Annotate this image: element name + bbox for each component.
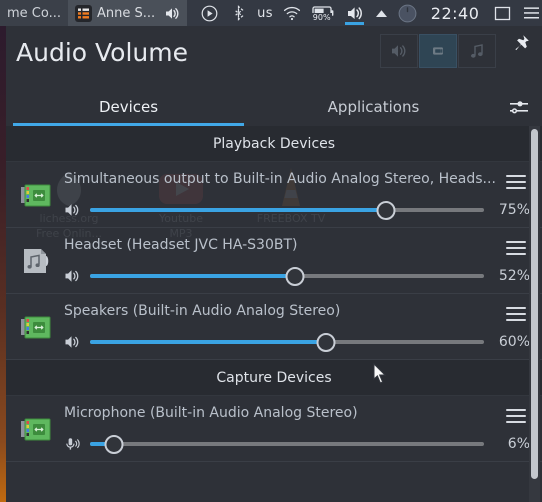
battery-icon[interactable]: 90% xyxy=(311,3,335,23)
volume-slider[interactable] xyxy=(90,265,484,287)
keyboard-layout-indicator[interactable]: us xyxy=(257,6,273,21)
clock[interactable]: 22:40 xyxy=(427,4,484,23)
device-name: Simultaneous output to Built-in Audio An… xyxy=(64,171,496,187)
tab-bar: Devices Applications xyxy=(6,88,542,126)
chevron-up-icon[interactable] xyxy=(375,0,389,26)
volume-slider[interactable] xyxy=(90,199,484,221)
system-tray: us 90% 22:40 xyxy=(187,0,542,26)
device-name: Headset (Headset JVC HA-S30BT) xyxy=(64,237,298,253)
wifi-icon[interactable] xyxy=(282,0,302,26)
music-note-icon xyxy=(469,43,485,60)
audio-file-icon xyxy=(20,245,54,277)
battery-percent-label: 90% xyxy=(311,13,332,22)
volume-percent-label: 75% xyxy=(498,202,530,218)
top-panel: me Co... Anne S... us 90% 22:40 xyxy=(0,0,542,26)
section-header-capture-label: Capture Devices xyxy=(216,369,332,386)
device-row[interactable]: Simultaneous output to Built-in Audio An… xyxy=(6,162,542,228)
volume-percent-label: 60% xyxy=(498,334,530,350)
device-name: Microphone (Built-in Audio Analog Stereo… xyxy=(64,405,358,421)
microphone-icon[interactable] xyxy=(64,436,86,452)
speaker-icon xyxy=(164,6,180,21)
soundcard-icon xyxy=(20,413,54,445)
slider-knob[interactable] xyxy=(376,200,395,220)
device-row[interactable]: Microphone (Built-in Audio Analog Stereo… xyxy=(6,396,542,462)
soundcard-icon xyxy=(20,311,54,343)
play-circle-icon[interactable] xyxy=(199,0,219,26)
tab-applications-label: Applications xyxy=(327,98,420,116)
list-icon xyxy=(75,4,92,22)
settings-button[interactable] xyxy=(496,88,542,126)
volume-percent-label: 6% xyxy=(507,436,530,452)
volume-slider-row: 75% xyxy=(64,198,532,222)
slider-knob[interactable] xyxy=(104,434,124,454)
volume-slider[interactable] xyxy=(90,433,484,455)
volume-slider-row: 6% xyxy=(64,432,532,456)
output-mode-button[interactable] xyxy=(380,34,418,68)
volume-percent-label: 52% xyxy=(498,268,530,284)
device-row[interactable]: Speakers (Built-in Audio Analog Stereo) … xyxy=(6,294,542,360)
device-menu-button[interactable] xyxy=(506,305,526,323)
device-list[interactable]: lichess.org Free Onlin... Youtube MP3 FR… xyxy=(6,126,542,502)
slider-knob[interactable] xyxy=(316,332,336,352)
device-menu-button[interactable] xyxy=(506,239,526,257)
device-name: Speakers (Built-in Audio Analog Stereo) xyxy=(64,303,341,319)
speaker-icon xyxy=(390,43,408,59)
taskbar-item-1-label: Anne S... xyxy=(97,5,156,21)
volume-slider-row: 52% xyxy=(64,264,532,288)
bluetooth-icon[interactable] xyxy=(228,0,248,26)
taskbar-item-0[interactable]: me Co... xyxy=(0,0,68,26)
slider-fill xyxy=(90,208,386,212)
tab-devices[interactable]: Devices xyxy=(6,88,251,126)
device-menu-button[interactable] xyxy=(506,173,526,191)
pin-icon[interactable] xyxy=(508,32,532,56)
input-mode-button[interactable] xyxy=(419,34,457,68)
slider-track xyxy=(90,442,484,446)
volume-slider-row: 60% xyxy=(64,330,532,354)
taskbar-item-1[interactable]: Anne S... xyxy=(68,0,188,26)
workspace-square-icon[interactable] xyxy=(492,0,512,26)
audio-volume-window: Audio Volume Devices Applications liches… xyxy=(6,26,542,502)
scrollbar[interactable] xyxy=(529,126,540,502)
volume-active-underline xyxy=(344,22,364,25)
slider-fill xyxy=(90,274,295,278)
sliders-settings-icon xyxy=(508,97,530,117)
speaker-icon[interactable] xyxy=(64,268,86,284)
tab-applications[interactable]: Applications xyxy=(251,88,496,126)
tab-devices-label: Devices xyxy=(98,98,159,116)
mode-button-group xyxy=(380,34,496,68)
speaker-icon[interactable] xyxy=(64,334,86,350)
window-header: Audio Volume xyxy=(6,26,542,88)
slider-knob[interactable] xyxy=(285,266,305,286)
device-menu-button[interactable] xyxy=(506,407,526,425)
speaker-icon[interactable] xyxy=(64,202,86,218)
device-row[interactable]: Headset (Headset JVC HA-S30BT) 52% xyxy=(6,228,542,294)
circle-knob-icon[interactable] xyxy=(398,0,418,26)
microphone-icon xyxy=(429,43,447,59)
soundcard-icon xyxy=(20,179,54,211)
slider-fill xyxy=(90,340,327,344)
section-header-playback: Playback Devices xyxy=(6,126,542,162)
volume-tray-icon[interactable] xyxy=(344,0,366,26)
section-header-capture: Capture Devices xyxy=(6,360,542,396)
media-mode-button[interactable] xyxy=(458,34,496,68)
scrollbar-thumb[interactable] xyxy=(531,129,538,479)
volume-slider[interactable] xyxy=(90,331,484,353)
page-title: Audio Volume xyxy=(16,38,188,67)
taskbar-item-0-label: me Co... xyxy=(7,5,61,21)
hamburger-menu-icon[interactable] xyxy=(521,0,541,26)
section-header-playback-label: Playback Devices xyxy=(212,135,336,152)
